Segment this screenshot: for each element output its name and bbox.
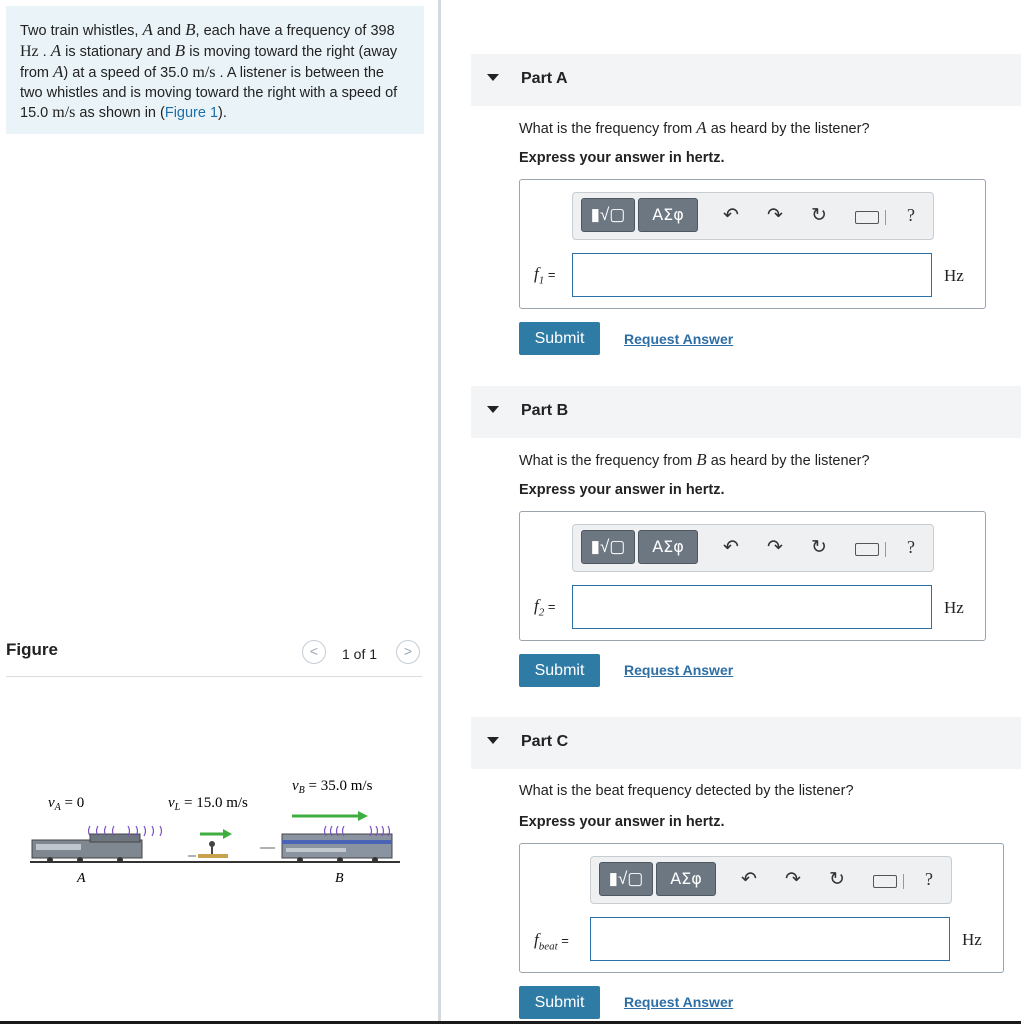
answer-input[interactable] [572,585,932,629]
part-c-question: What is the beat frequency detected by t… [519,783,854,799]
templates-button[interactable]: ▮√▢ [581,198,635,232]
templates-button[interactable]: ▮√▢ [599,862,653,896]
collapse-triangle-icon[interactable] [487,737,499,744]
toolbar-separator [885,542,886,557]
part-b-question: What is the frequency from B as heard by… [519,450,870,469]
help-button[interactable]: ? [907,537,915,558]
undo-icon[interactable]: ↶ [723,537,739,559]
train-a-label: A [76,871,86,886]
figure-header: Figure < 1 of 1 > [6,636,422,677]
part-b-answer-box: ▮√▢ ΑΣφ ↶ ↷ ↻ ? f2 = Hz [519,511,986,641]
part-a-instruction: Express your answer in hertz. [519,150,725,166]
train-figure: vA = 0 vL = 15.0 m/s vB = 35.0 m/s A B [30,778,400,886]
variable-label: f1 = [534,264,556,287]
help-button[interactable]: ? [925,869,933,890]
unit-label: Hz [944,266,964,285]
problem-statement: Two train whistles, A and B, each have a… [6,6,424,134]
part-c-title: Part C [521,733,569,750]
submit-button[interactable]: Submit [519,654,600,687]
templates-icon: ▮√▢ [590,205,626,224]
greek-symbols-button[interactable]: ΑΣφ [638,530,698,564]
unit-label: Hz [962,930,982,949]
vl-label: vL = 15.0 m/s [168,795,248,813]
part-a-question: What is the frequency from A as heard by… [519,118,870,137]
reset-icon[interactable]: ↻ [811,537,827,559]
part-b-title: Part B [521,402,569,419]
figure-link[interactable]: Figure 1 [165,105,218,121]
part-a-header[interactable]: Part A [471,54,1021,106]
collapse-triangle-icon[interactable] [487,406,499,413]
reset-icon[interactable]: ↻ [829,869,845,891]
undo-icon[interactable]: ↶ [723,205,739,227]
part-c-answer-box: ▮√▢ ΑΣφ ↶ ↷ ↻ ? fbeat = Hz [519,843,1004,973]
parts-pane: Part A What is the frequency from A as h… [441,0,1021,1024]
unit-label: Hz [944,598,964,617]
redo-icon[interactable]: ↷ [767,537,783,559]
request-answer-link[interactable]: Request Answer [624,331,733,347]
part-c-instruction: Express your answer in hertz. [519,814,725,830]
part-c-header[interactable]: Part C [471,717,1021,769]
submit-button[interactable]: Submit [519,322,600,355]
answer-input[interactable] [572,253,932,297]
help-button[interactable]: ? [907,205,915,226]
redo-icon[interactable]: ↷ [785,869,801,891]
collapse-triangle-icon[interactable] [487,74,499,81]
templates-button[interactable]: ▮√▢ [581,530,635,564]
va-label: vA = 0 [48,795,84,813]
variable-label: fbeat = [534,930,569,953]
math-toolbar: ▮√▢ ΑΣφ ↶ ↷ ↻ ? [572,192,934,240]
keyboard-icon[interactable] [873,875,897,888]
train-b [260,811,393,863]
greek-symbols-button[interactable]: ΑΣφ [656,862,716,896]
templates-icon: ▮√▢ [590,537,626,556]
toolbar-separator [903,874,904,889]
figure-pager: 1 of 1 [342,646,378,662]
train-b-label: B [335,871,344,886]
variable-label: f2 = [534,596,556,619]
request-answer-link[interactable]: Request Answer [624,662,733,678]
redo-icon[interactable]: ↷ [767,205,783,227]
part-a-answer-box: ▮√▢ ΑΣφ ↶ ↷ ↻ ? f1 = Hz [519,179,986,309]
part-b-header[interactable]: Part B [471,386,1021,438]
previous-figure-button[interactable]: < [302,640,326,664]
request-answer-link[interactable]: Request Answer [624,994,733,1010]
math-toolbar: ▮√▢ ΑΣφ ↶ ↷ ↻ ? [590,856,952,904]
toolbar-separator [885,210,886,225]
problem-text: Two train whistles, A and B, each have a… [20,20,398,121]
problem-pane: Two train whistles, A and B, each have a… [0,0,438,1024]
listener [188,829,232,858]
templates-icon: ▮√▢ [608,869,644,888]
submit-button[interactable]: Submit [519,986,600,1019]
part-a-title: Part A [521,70,568,87]
keyboard-icon[interactable] [855,543,879,556]
math-toolbar: ▮√▢ ΑΣφ ↶ ↷ ↻ ? [572,524,934,572]
reset-icon[interactable]: ↻ [811,205,827,227]
next-figure-button[interactable]: > [396,640,420,664]
keyboard-icon[interactable] [855,211,879,224]
answer-input[interactable] [590,917,950,961]
greek-symbols-button[interactable]: ΑΣφ [638,198,698,232]
figure-title: Figure [6,640,58,659]
undo-icon[interactable]: ↶ [741,869,757,891]
train-a [31,833,143,863]
vb-label: vB = 35.0 m/s [292,778,373,796]
part-b-instruction: Express your answer in hertz. [519,482,725,498]
